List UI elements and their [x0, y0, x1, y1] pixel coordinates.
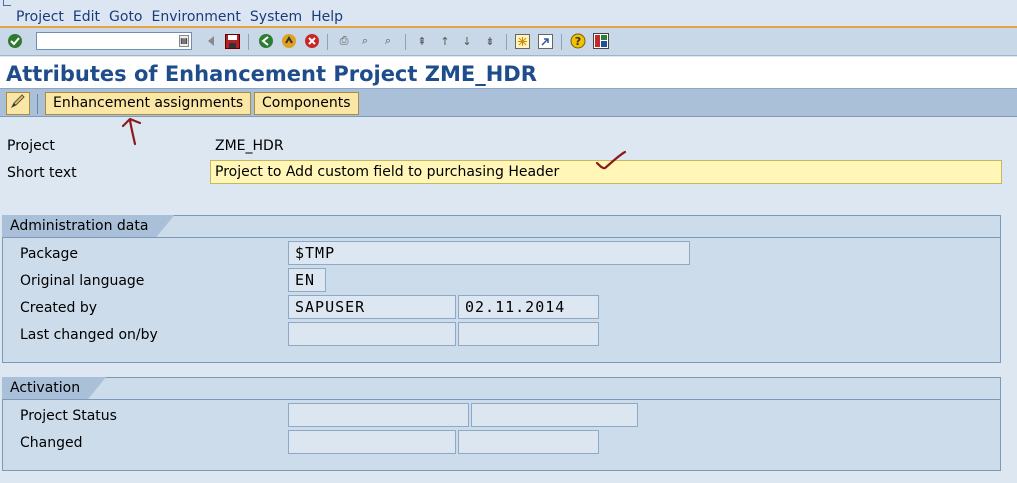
menu-goto[interactable]: Goto: [109, 9, 142, 25]
package-field[interactable]: $TMP: [288, 241, 690, 265]
back-icon[interactable]: [258, 33, 274, 49]
short-text-label: Short text: [7, 165, 77, 181]
project-value: ZME_HDR: [215, 138, 284, 154]
check-icon[interactable]: [7, 33, 23, 49]
save-icon[interactable]: [224, 33, 240, 49]
last-changed-label: Last changed on/by: [20, 327, 158, 343]
command-field[interactable]: ▤: [36, 32, 192, 50]
annotation-check-icon: [595, 150, 627, 170]
original-language-field[interactable]: EN: [288, 268, 326, 292]
created-on-date-field[interactable]: 02.11.2014: [458, 295, 599, 319]
short-text-value: Project to Add custom field to purchasin…: [215, 164, 560, 180]
last-changed-date-field[interactable]: [458, 322, 599, 346]
application-toolbar: Enhancement assignments Components: [0, 89, 1017, 117]
back-arrow-icon[interactable]: [203, 33, 219, 49]
find-next-icon[interactable]: ⌕: [380, 33, 396, 49]
first-page-icon[interactable]: ⇞: [414, 33, 430, 49]
changed-field-2[interactable]: [458, 430, 599, 454]
new-session-icon[interactable]: [514, 33, 530, 49]
next-page-icon[interactable]: ↓: [459, 33, 475, 49]
package-label: Package: [20, 246, 79, 262]
page-title: Attributes of Enhancement Project ZME_HD…: [6, 62, 537, 86]
menu-help[interactable]: Help: [311, 9, 343, 25]
changed-field-1[interactable]: [288, 430, 456, 454]
project-status-field-2[interactable]: [471, 403, 638, 427]
project-status-field-1[interactable]: [288, 403, 469, 427]
menu-system[interactable]: System: [250, 9, 302, 25]
original-language-label: Original language: [20, 273, 145, 289]
pencil-icon: [10, 94, 25, 109]
created-by-user-field[interactable]: SAPUSER: [288, 295, 456, 319]
last-page-icon[interactable]: ⇟: [482, 33, 498, 49]
activation-title: Activation: [2, 377, 106, 399]
administration-data-title: Administration data: [2, 215, 174, 237]
project-label: Project: [7, 138, 55, 154]
find-icon[interactable]: ⌕: [357, 33, 373, 49]
cancel-icon[interactable]: [304, 33, 320, 49]
svg-text:?: ?: [575, 35, 581, 48]
menu-environment[interactable]: Environment: [152, 9, 241, 25]
changed-label: Changed: [20, 435, 83, 451]
last-changed-user-field[interactable]: [288, 322, 456, 346]
window-corner-icon: [3, 0, 11, 6]
standard-toolbar: ▤ ⎙ ⌕ ⌕ ⇞ ↑ ↓ ⇟ ?: [0, 28, 1017, 56]
display-change-button[interactable]: [6, 92, 30, 115]
menu-project[interactable]: Project: [16, 9, 64, 25]
project-status-label: Project Status: [20, 408, 117, 424]
menu-bar: Project Edit Goto Environment System Hel…: [0, 0, 1017, 28]
command-history-icon[interactable]: ▤: [179, 35, 189, 47]
title-bar: Attributes of Enhancement Project ZME_HD…: [0, 57, 1017, 89]
prev-page-icon[interactable]: ↑: [437, 33, 453, 49]
layout-icon[interactable]: [593, 33, 609, 49]
exit-icon[interactable]: [281, 33, 297, 49]
components-button[interactable]: Components: [254, 92, 359, 115]
help-icon[interactable]: ?: [570, 33, 586, 49]
enhancement-assignments-button[interactable]: Enhancement assignments: [45, 92, 252, 115]
annotation-arrow-icon: [121, 117, 142, 146]
menu-edit[interactable]: Edit: [73, 9, 100, 25]
print-icon[interactable]: ⎙: [336, 33, 352, 49]
created-by-label: Created by: [20, 300, 98, 316]
shortcut-icon[interactable]: [537, 33, 553, 49]
